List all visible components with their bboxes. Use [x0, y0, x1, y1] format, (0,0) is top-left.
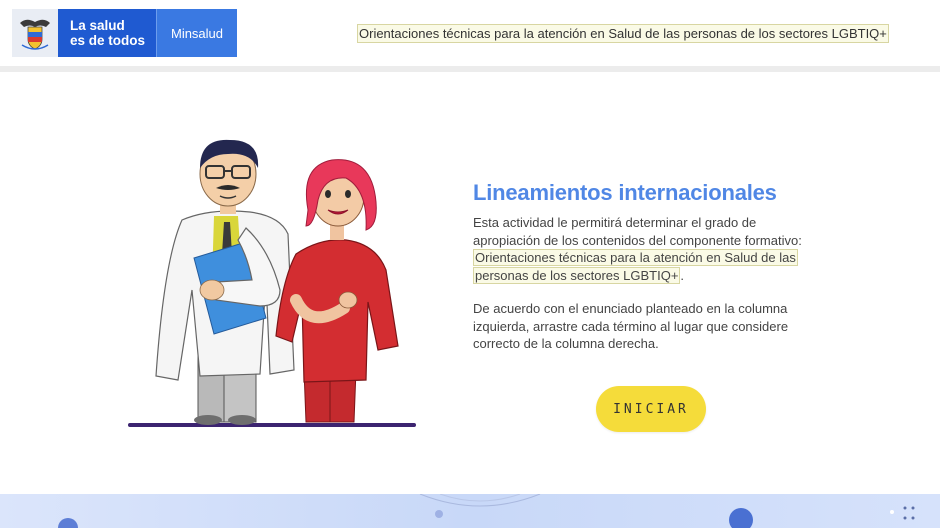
intro-period: .	[680, 267, 685, 283]
footer-dot	[435, 510, 443, 518]
intro-text: Esta actividad le permitirá determinar e…	[473, 215, 802, 248]
start-button[interactable]: INICIAR	[596, 386, 706, 432]
ground-line	[128, 423, 416, 427]
decorative-footer	[0, 494, 940, 528]
activity-heading: Lineamientos internacionales	[473, 180, 777, 205]
health-workers-illustration	[128, 139, 416, 427]
intro-paragraph: Esta actividad le permitirá determinar e…	[473, 214, 823, 284]
activity-intro: Lineamientos internacionales Esta activi…	[473, 180, 823, 353]
nurse-figure	[275, 159, 399, 423]
top-header: La salud es de todos Minsalud Orientacio…	[0, 0, 940, 72]
course-title-highlight: Orientaciones técnicas para la atención …	[473, 249, 798, 284]
footer-pattern	[58, 494, 915, 528]
logo-line1: La salud	[70, 18, 125, 33]
logo-minsalud-label: Minsalud	[156, 9, 237, 57]
logo-wordmark: La salud es de todos	[58, 9, 156, 57]
minsalud-logo[interactable]: La salud es de todos Minsalud	[12, 9, 237, 57]
colombia-coat-of-arms-icon	[12, 9, 58, 57]
instructions-paragraph: De acuerdo con el enunciado planteado en…	[473, 301, 789, 351]
doctor-figure	[155, 139, 295, 425]
course-title: Orientaciones técnicas para la atención …	[357, 24, 889, 43]
logo-line2: es de todos	[70, 33, 146, 48]
